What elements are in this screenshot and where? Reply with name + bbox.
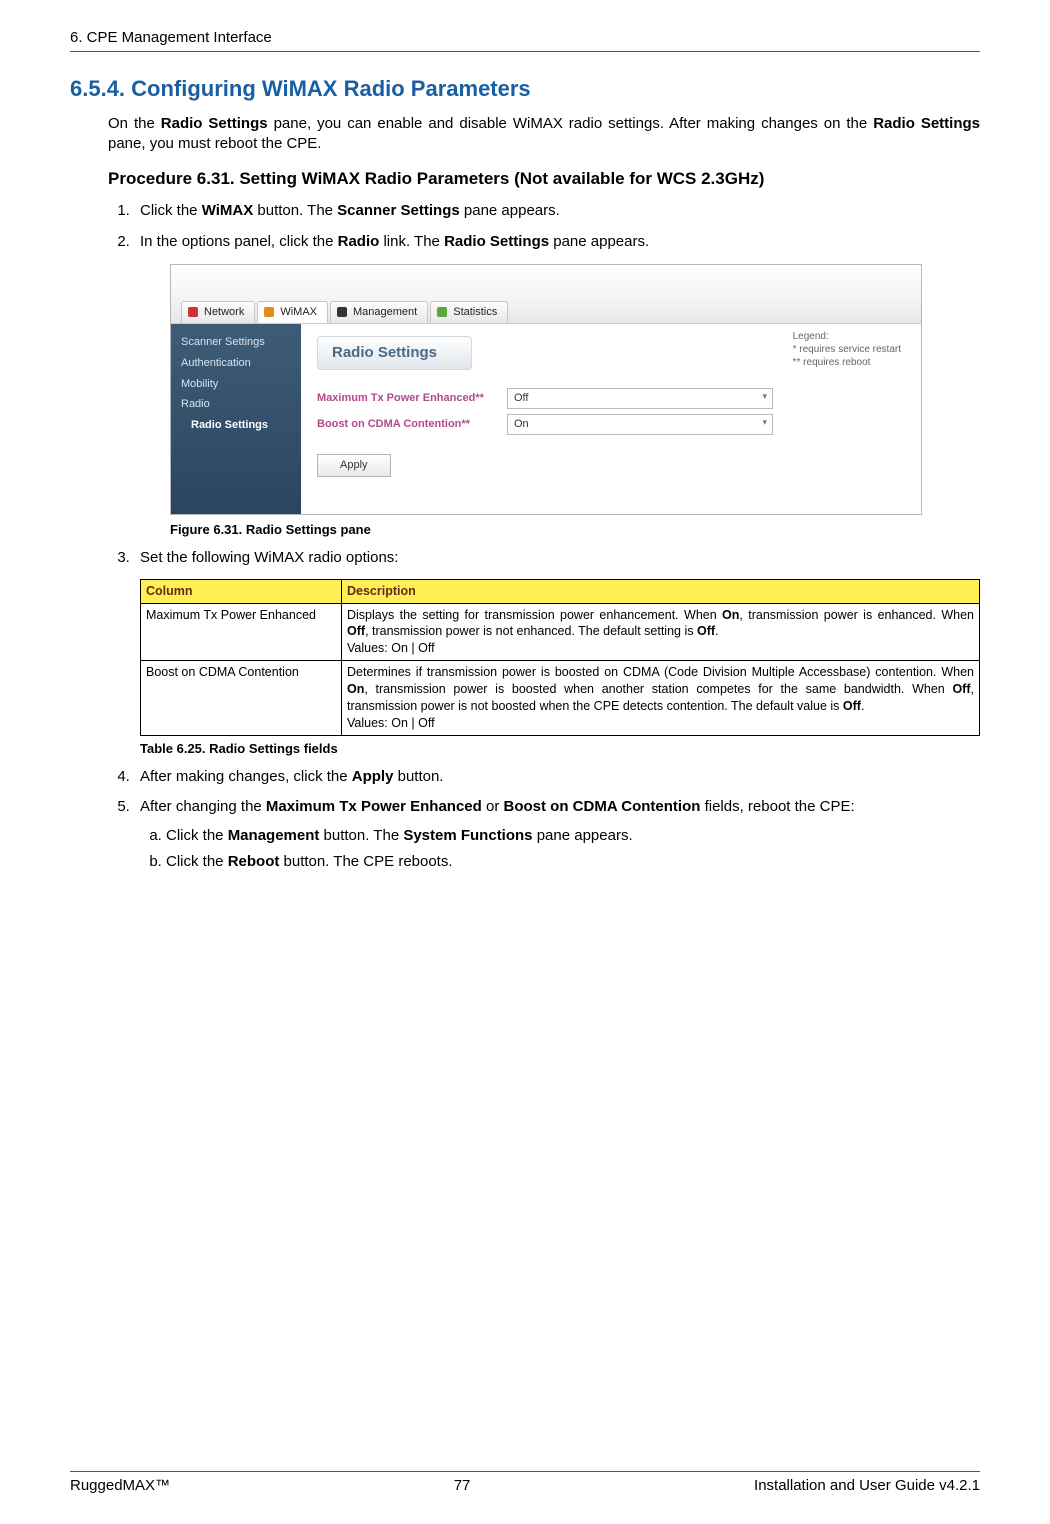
field-select-max-tx-power[interactable]: Off (507, 388, 773, 409)
footer-right: Installation and User Guide v4.2.1 (754, 1476, 980, 1496)
step-2: In the options panel, click the Radio li… (134, 232, 980, 539)
col-header-column: Column (141, 579, 342, 603)
tab-wimax[interactable]: WiMAX (257, 301, 328, 323)
intro-paragraph: On the Radio Settings pane, you can enab… (108, 114, 980, 155)
figure-caption: Figure 6.31. Radio Settings pane (170, 521, 980, 539)
footer-page-number: 77 (454, 1476, 471, 1496)
radio-settings-screenshot: Network WiMAX Management Statistics Scan… (170, 264, 922, 515)
field-select-boost-cdma[interactable]: On (507, 414, 773, 435)
sidebar-item-radio-settings[interactable]: Radio Settings (171, 415, 301, 436)
field-label-boost-cdma: Boost on CDMA Contention** (317, 417, 507, 432)
procedure-steps: Click the WiMAX button. The Scanner Sett… (108, 201, 980, 872)
sidebar: Scanner Settings Authentication Mobility… (171, 324, 301, 514)
legend: Legend: * requires service restart ** re… (793, 330, 901, 369)
field-label-max-tx-power: Maximum Tx Power Enhanced** (317, 391, 507, 406)
settings-table: Column Description Maximum Tx Power Enha… (140, 579, 980, 736)
sidebar-item-radio[interactable]: Radio (171, 394, 301, 415)
tab-management[interactable]: Management (330, 301, 428, 323)
step-4: After making changes, click the Apply bu… (134, 767, 980, 787)
procedure-title: Procedure 6.31. Setting WiMAX Radio Para… (108, 168, 980, 191)
step-5: After changing the Maximum Tx Power Enha… (134, 797, 980, 872)
footer-left: RuggedMAX™ (70, 1476, 170, 1496)
sidebar-item-scanner-settings[interactable]: Scanner Settings (171, 332, 301, 353)
tab-network[interactable]: Network (181, 301, 255, 323)
step-3: Set the following WiMAX radio options: C… (134, 548, 980, 757)
step-5a: Click the Management button. The System … (166, 826, 980, 846)
sidebar-item-authentication[interactable]: Authentication (171, 353, 301, 374)
table-caption: Table 6.25. Radio Settings fields (140, 740, 980, 758)
header-left: 6. CPE Management Interface (70, 28, 272, 48)
apply-button[interactable]: Apply (317, 454, 391, 477)
sidebar-item-mobility[interactable]: Mobility (171, 374, 301, 395)
step-1: Click the WiMAX button. The Scanner Sett… (134, 201, 980, 221)
step-5b: Click the Reboot button. The CPE reboots… (166, 852, 980, 872)
col-header-description: Description (342, 579, 980, 603)
table-row: Maximum Tx Power Enhanced Displays the s… (141, 603, 980, 661)
table-row: Boost on CDMA Contention Determines if t… (141, 661, 980, 736)
page-footer: RuggedMAX™ 77 Installation and User Guid… (70, 1471, 980, 1496)
section-heading: 6.5.4. Configuring WiMAX Radio Parameter… (70, 74, 980, 104)
pane-title: Radio Settings (317, 336, 472, 370)
page-header: 6. CPE Management Interface (70, 28, 980, 52)
tab-statistics[interactable]: Statistics (430, 301, 508, 323)
